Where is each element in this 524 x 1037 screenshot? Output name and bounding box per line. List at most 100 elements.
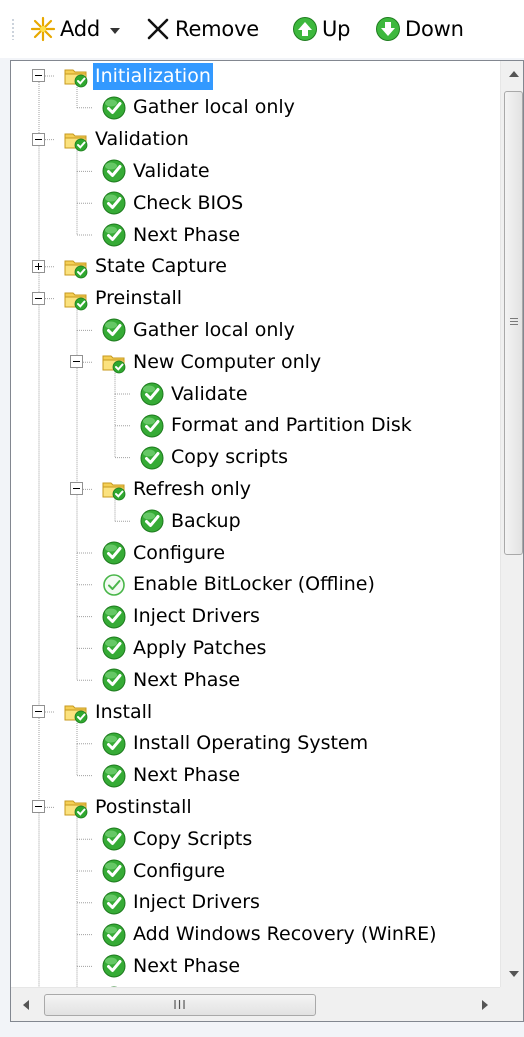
collapse-toggle[interactable] [32,705,45,718]
collapse-toggle[interactable] [32,132,45,146]
tree-step-node[interactable]: Add Windows Recovery (WinRE) [101,920,439,949]
expand-toggle[interactable] [32,259,45,273]
folder-check-icon [102,482,126,501]
node-label: Apply Patches [133,636,267,659]
vertical-scroll-thumb[interactable] [504,91,523,555]
vertical-scrollbar[interactable] [500,61,523,987]
tree-step-node[interactable]: Next Phase [101,666,242,695]
collapse-toggle[interactable] [32,69,45,82]
folder-check-icon [102,355,126,374]
tree-step-node[interactable]: Enable BitLocker (Offline) [101,570,377,599]
tree-group-node[interactable]: Postinstall [63,793,194,822]
tree-step-node[interactable]: Apply Patches [101,634,268,663]
tree-group-node[interactable]: State Capture [63,252,229,281]
check-circle-icon [102,318,126,342]
arrow-right-icon [482,1000,488,1010]
scroll-down-button[interactable] [501,961,523,987]
check-circle-icon [102,891,126,915]
folder-check-icon [64,705,88,724]
node-label: Validate [171,382,248,405]
tree-step-node[interactable]: Validate [139,380,250,409]
node-label: Check BIOS [133,191,244,214]
thumb-grip-line [510,324,518,325]
node-label: Validate [133,159,210,182]
check-circle-icon [140,414,164,438]
check-outline-icon [103,573,125,596]
tree-step-node[interactable]: Validate [101,157,212,186]
node-label: Gather local only [133,96,295,119]
check-circle-icon [102,159,126,183]
tree-group-node[interactable]: Install [63,698,154,727]
folder-check-icon [64,69,88,88]
node-label: State Capture [95,255,227,278]
node-label: Next Phase [133,954,241,977]
thumb-grip-line [510,318,518,319]
node-label: Enable BitLocker (Offline) [133,573,375,596]
check-circle-icon [102,923,126,947]
node-label: Copy scripts [171,446,289,469]
folder-check-icon [64,800,88,819]
tree-step-node[interactable]: Configure [101,539,227,568]
move-down-button[interactable]: Down [375,12,464,46]
tree-step-node[interactable]: Next Phase [101,952,242,981]
scroll-up-button[interactable] [501,61,523,87]
tree-group-node[interactable]: Initialization [63,62,213,91]
tree-step-node[interactable]: Copy scripts [139,443,290,472]
tree-step-node[interactable]: Check BIOS [101,189,245,218]
toolbar: Add Remove Up Down [0,0,524,58]
tree-step-node[interactable]: Format and Partition Disk [139,411,414,440]
move-up-button[interactable]: Up [292,12,351,46]
node-label: Inject Drivers [133,891,260,914]
minus-icon [35,138,42,140]
scroll-left-button[interactable] [11,988,41,1021]
minus-icon [35,297,42,299]
add-button[interactable]: Add [30,12,121,46]
chevron-down-icon[interactable] [110,27,121,34]
node-label: Inject Drivers [133,605,260,628]
tree-group-node[interactable]: Validation [63,125,191,154]
tree-step-node[interactable]: Gather local only [101,316,297,345]
collapse-toggle[interactable] [32,291,45,305]
folder-check-icon [64,292,88,310]
tree-step-node[interactable]: Inject Drivers [101,602,262,631]
task-sequence-editor: Add Remove Up Down Initialization Gather… [0,0,524,1037]
tree-step-node[interactable]: Install Operating System [101,729,370,758]
tree-step-node[interactable]: Gather local only [101,93,297,122]
node-label: Install Operating System [133,732,369,755]
check-circle-icon [140,509,164,533]
node-label: Format and Partition Disk [171,414,412,437]
arrow-down-circle-icon [376,17,400,41]
arrow-up-circle-icon [293,17,317,41]
tree-step-node[interactable]: Copy Scripts [101,825,254,854]
toolbar-grip[interactable] [12,18,14,40]
thumb-grip-line [510,321,518,322]
scroll-right-button[interactable] [470,988,500,1021]
horizontal-scroll-thumb[interactable]: III [44,994,316,1016]
check-circle-icon [102,827,126,851]
remove-button[interactable]: Remove [145,12,259,46]
tree-group-node[interactable]: Refresh only [101,475,253,504]
node-label: Next Phase [133,223,241,246]
tree-step-node[interactable]: Backup [139,507,243,536]
node-label: Copy Scripts [133,827,253,850]
tree-step-node[interactable]: Next Phase [101,761,242,790]
check-circle-icon [102,223,126,247]
collapse-toggle[interactable] [70,482,83,496]
minus-icon [73,361,80,363]
tree-step-node[interactable]: Configure [101,857,227,886]
check-circle-icon [102,732,126,756]
tree-step-node[interactable]: Inject Drivers [101,888,262,917]
remove-label: Remove [175,17,260,41]
collapse-toggle[interactable] [32,800,45,814]
tree-group-node[interactable]: New Computer only [101,348,323,377]
tree-group-node[interactable]: Preinstall [63,284,184,313]
node-label: Validation [95,128,189,151]
tree-step-node[interactable]: Next Phase [101,221,242,250]
horizontal-scrollbar[interactable]: III [11,987,500,1021]
folder-check-icon [64,133,88,151]
node-label: Add Windows Recovery (WinRE) [133,923,437,946]
collapse-toggle[interactable] [70,355,83,369]
node-label: Configure [133,859,226,882]
node-label: Refresh only [133,477,251,500]
task-sequence-tree[interactable]: Initialization Gather local only Validat… [10,60,524,1022]
